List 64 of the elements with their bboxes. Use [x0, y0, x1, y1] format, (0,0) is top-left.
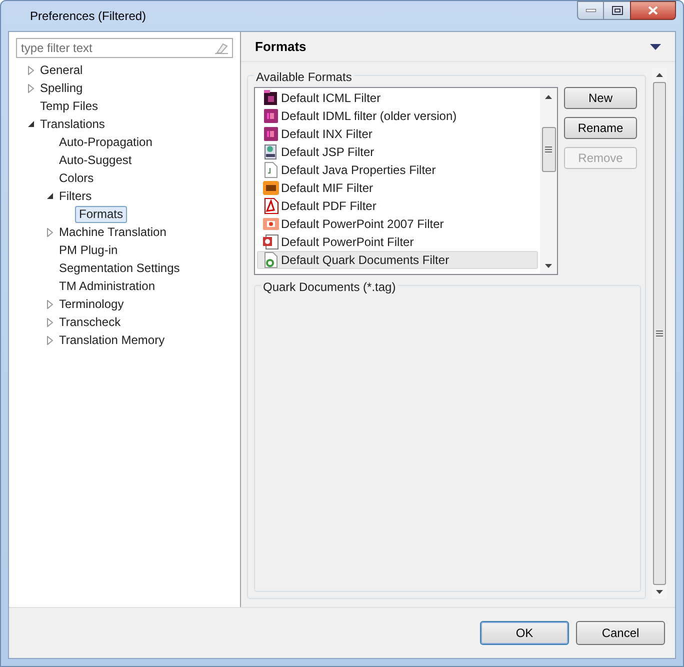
format-item[interactable]: Default MIF Filter	[257, 179, 538, 197]
file-type-icon	[263, 252, 279, 268]
file-type-icon	[263, 144, 279, 160]
format-item[interactable]: Default INX Filter	[257, 125, 538, 143]
restore-icon	[612, 6, 622, 15]
tree-item[interactable]: Temp Files	[40, 98, 98, 114]
collapse-icon[interactable]	[28, 120, 35, 128]
format-item[interactable]: Default ICML Filter	[257, 89, 538, 107]
file-type-icon	[263, 198, 279, 214]
file-type-icon	[263, 108, 279, 124]
tree-item[interactable]: Auto-Suggest	[59, 152, 132, 168]
expand-icon[interactable]	[47, 336, 53, 344]
file-type-icon	[263, 126, 279, 142]
format-item[interactable]: Default Quark Documents Filter	[257, 251, 538, 269]
tree-item[interactable]: Formats	[75, 206, 128, 222]
file-type-icon	[263, 234, 279, 250]
format-item[interactable]: Default Java Properties Filter	[257, 161, 538, 179]
close-button[interactable]	[630, 1, 676, 20]
tree-item[interactable]: Segmentation Settings	[59, 260, 180, 276]
page-title: Formats	[255, 38, 306, 56]
file-type-icon	[263, 162, 279, 178]
grip-icon	[656, 330, 663, 337]
maximize-button[interactable]	[604, 1, 630, 20]
close-icon	[648, 6, 658, 15]
grip-icon	[545, 146, 552, 153]
expand-icon[interactable]	[28, 84, 34, 92]
action-button[interactable]: Rename	[564, 117, 637, 139]
collapse-icon[interactable]	[47, 192, 54, 200]
tree-item[interactable]: Auto-Propagation	[59, 134, 152, 150]
filter-field[interactable]: type filter text	[16, 38, 233, 58]
format-item[interactable]: Default PowerPoint Filter	[257, 233, 538, 251]
list-scrollbar[interactable]	[540, 88, 557, 274]
tree-item[interactable]: General	[40, 62, 83, 78]
tree-item[interactable]: Filters	[59, 188, 92, 204]
format-item[interactable]: Default PDF Filter	[257, 197, 538, 215]
menu-dropdown-icon[interactable]	[650, 44, 661, 50]
dialog-button[interactable]: OK	[480, 621, 569, 645]
tree-item[interactable]: Translation Memory	[59, 332, 165, 348]
file-type-icon	[263, 216, 279, 232]
tree-item[interactable]: PM Plug-in	[59, 242, 118, 258]
tree-item[interactable]: Spelling	[40, 80, 83, 96]
format-item[interactable]: Default PowerPoint 2007 Filter	[257, 215, 538, 233]
minimize-button[interactable]	[577, 1, 604, 20]
tree-item[interactable]: Machine Translation	[59, 224, 166, 240]
scroll-thumb[interactable]	[653, 82, 666, 585]
expand-icon[interactable]	[47, 300, 53, 308]
format-item[interactable]: Default JSP Filter	[257, 143, 538, 161]
tree-item[interactable]: Terminology	[59, 296, 124, 312]
file-type-icon	[263, 90, 279, 106]
file-type-icon	[263, 180, 279, 196]
expand-icon[interactable]	[47, 228, 53, 236]
expand-icon[interactable]	[47, 318, 53, 326]
tree-item[interactable]: Translations	[40, 116, 105, 132]
format-item[interactable]: Default IDML filter (older version)	[257, 107, 538, 125]
dialog-button[interactable]: Cancel	[576, 621, 665, 645]
window-title: Preferences (Filtered)	[30, 8, 146, 25]
scroll-thumb[interactable]	[542, 127, 556, 172]
tree-item[interactable]: Transcheck	[59, 314, 121, 330]
minimize-icon	[586, 9, 596, 12]
page-scrollbar[interactable]	[652, 68, 667, 599]
action-button[interactable]: New	[564, 87, 637, 109]
expand-icon[interactable]	[28, 66, 34, 74]
tree-item[interactable]: Colors	[59, 170, 94, 186]
tree-item[interactable]: TM Administration	[59, 278, 156, 294]
